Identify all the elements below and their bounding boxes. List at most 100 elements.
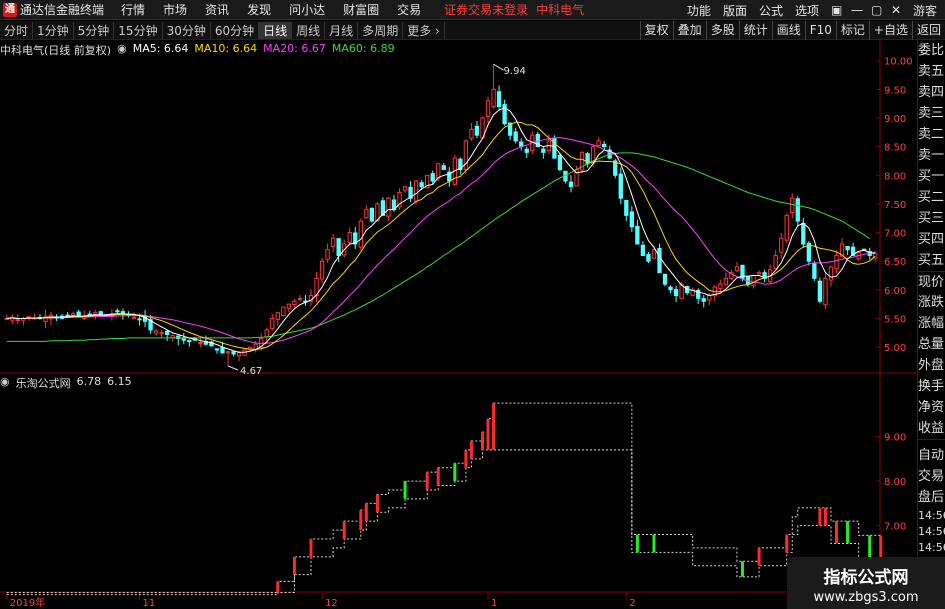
candle-body	[436, 163, 441, 179]
period-tab-8[interactable]: 月线	[325, 21, 359, 39]
period-tab-3[interactable]: 15分钟	[114, 21, 163, 39]
period-tab-7[interactable]: 周线	[292, 21, 326, 39]
right-menu-item-3[interactable]: 选项	[789, 2, 825, 19]
tool-button-1[interactable]: 叠加	[672, 21, 706, 40]
quote-label-3: 卖三	[918, 106, 945, 121]
tool-button-7[interactable]: +自选	[868, 21, 912, 40]
ma5-label: MA5: 6.64	[132, 42, 189, 55]
maximize-icon[interactable]: ▢	[865, 3, 885, 17]
app-window: 通 通达信金融终端 行情 市场 资讯 发现 问小达 财富圈 交易 证券交易未登录 中科电气 …	[0, 0, 945, 609]
settings-icon[interactable]: ◉	[117, 42, 127, 58]
quote-label-18: 收益	[918, 421, 945, 436]
indicator-value-1: 6.78	[76, 375, 102, 388]
candle-body	[834, 254, 839, 270]
tool-button-0[interactable]: 复权	[639, 21, 673, 40]
chart-tools: 复权 叠加 多股 统计 画线 F10 标记 +自选 返回	[639, 21, 945, 40]
candle-body	[93, 312, 98, 315]
quote-label-9: 买四	[918, 232, 945, 247]
period-tab-9[interactable]: 多周期	[358, 21, 404, 39]
candle-body	[292, 300, 297, 306]
minimize-icon[interactable]: —	[845, 3, 865, 17]
menu-item-2[interactable]: 资讯	[196, 1, 238, 18]
candle-body	[187, 339, 192, 342]
app-title: 通达信金融终端	[20, 3, 105, 17]
candle-body	[673, 289, 679, 297]
indicator-header: ◉ 乐淘公式网 6.78 6.15	[0, 375, 132, 391]
right-quote-panel: 委比 卖五 卖四 卖三 卖二 卖一 买一 买二 买三 买四 买五 现价 涨跌 涨幅 总量 外盘 换手 净资 收益 自动…	[917, 40, 945, 609]
right-menu: 功能 版面 公式 选项	[681, 2, 825, 19]
candle-body	[629, 211, 635, 228]
period-tab-0[interactable]: 分时	[0, 21, 34, 39]
signal-bar	[652, 534, 656, 553]
indicator-axis-label: 8.00	[884, 477, 906, 488]
kline-chart[interactable]: 10.00 9.50 9.00 8.50 8.00 7.50 7.00 6.50 6.00 5.5…	[0, 40, 940, 609]
price-axis-label: 5.50	[884, 314, 906, 325]
quote-label-0: 委比	[918, 43, 945, 58]
period-tab-4[interactable]: 30分钟	[163, 21, 211, 39]
signal-bar	[403, 481, 407, 499]
panel-tab-0[interactable]: 自动	[918, 445, 945, 466]
tool-button-8[interactable]: 返回	[911, 21, 945, 40]
quote-label-15: 外盘	[918, 358, 945, 373]
tool-button-4[interactable]: 画线	[771, 21, 805, 40]
right-menu-item-0[interactable]: 功能	[681, 2, 717, 19]
right-menu-item-2[interactable]: 公式	[753, 2, 789, 19]
period-tab-5[interactable]: 60分钟	[211, 21, 260, 39]
signal-bar	[309, 539, 313, 557]
period-tab-2[interactable]: 5分钟	[74, 21, 115, 39]
signal-bar	[425, 472, 429, 490]
signal-bar	[846, 521, 850, 544]
tick-time-2: 14:56	[918, 541, 945, 554]
candle-body	[496, 91, 502, 108]
candle-body	[358, 220, 363, 248]
candle-body	[596, 140, 601, 147]
menu-item-0[interactable]: 行情	[112, 1, 154, 18]
signal-bar	[359, 510, 363, 531]
price-title: 中科电气(日线 前复权)	[0, 44, 112, 57]
period-tab-6[interactable]: 日线	[259, 21, 293, 39]
candle-body	[613, 160, 618, 176]
quote-label-7: 买二	[918, 190, 945, 205]
candle-body	[386, 197, 391, 217]
tool-button-6[interactable]: 标记	[835, 21, 869, 40]
candle-body	[330, 237, 336, 247]
indicator-settings-icon[interactable]: ◉	[0, 375, 10, 391]
candle-body	[524, 148, 529, 153]
menu-item-5[interactable]: 财富圈	[334, 1, 388, 18]
signal-bar	[818, 507, 822, 526]
chart-area[interactable]: 10.00 9.50 9.00 8.50 8.00 7.50 7.00 6.50 6.00 5.5…	[0, 40, 940, 609]
indicator-axis-label: 9.00	[884, 433, 906, 444]
tool-button-2[interactable]: 多股	[705, 21, 739, 40]
main-menu: 行情 市场 资讯 发现 问小达 财富圈 交易	[112, 0, 430, 20]
candle-body	[137, 318, 142, 321]
quote-label-10: 买五	[918, 253, 945, 268]
menu-item-4[interactable]: 问小达	[280, 1, 334, 18]
signal-bar	[436, 467, 440, 486]
price-axis-label: 8.50	[884, 143, 906, 154]
period-tab-10[interactable]: 更多 ›	[403, 21, 445, 39]
login-warning[interactable]: 证券交易未登录	[444, 1, 528, 18]
panel-tab-1[interactable]: 交易	[918, 466, 945, 487]
close-icon[interactable]: ✕	[885, 3, 905, 17]
panel-tab-2[interactable]: 盘后	[918, 487, 945, 508]
ma60-label: MA60: 6.89	[331, 42, 395, 55]
menu-item-3[interactable]: 发现	[238, 1, 280, 18]
indicator-title: 乐淘公式网	[15, 377, 71, 390]
menu-item-6[interactable]: 交易	[388, 1, 430, 18]
guest-user[interactable]: 游客	[905, 2, 945, 19]
candle-body	[668, 286, 673, 291]
tick-time-0: 14:56	[918, 509, 945, 522]
indicator-value-2: 6.15	[107, 375, 132, 388]
tool-button-3[interactable]: 统计	[738, 21, 772, 40]
tool-button-5[interactable]: F10	[804, 21, 836, 40]
price-axis-label: 6.00	[884, 286, 906, 297]
restore-icon[interactable]: ▣	[825, 3, 845, 17]
period-tab-1[interactable]: 1分钟	[33, 21, 74, 39]
price-header: 中科电气(日线 前复权) ◉ MA5: 6.64 MA10: 6.64 MA20…	[0, 42, 395, 58]
menu-item-1[interactable]: 市场	[154, 1, 196, 18]
right-menu-item-1[interactable]: 版面	[717, 2, 753, 19]
period-toolbar: 分时 1分钟 5分钟 15分钟 30分钟 60分钟 日线 周线 月线 多周期 更多 › 复权 叠加 多股…	[0, 21, 945, 40]
candle-body	[264, 329, 269, 338]
signal-bar	[453, 463, 457, 482]
tick-time-1: 14:56	[918, 525, 945, 538]
